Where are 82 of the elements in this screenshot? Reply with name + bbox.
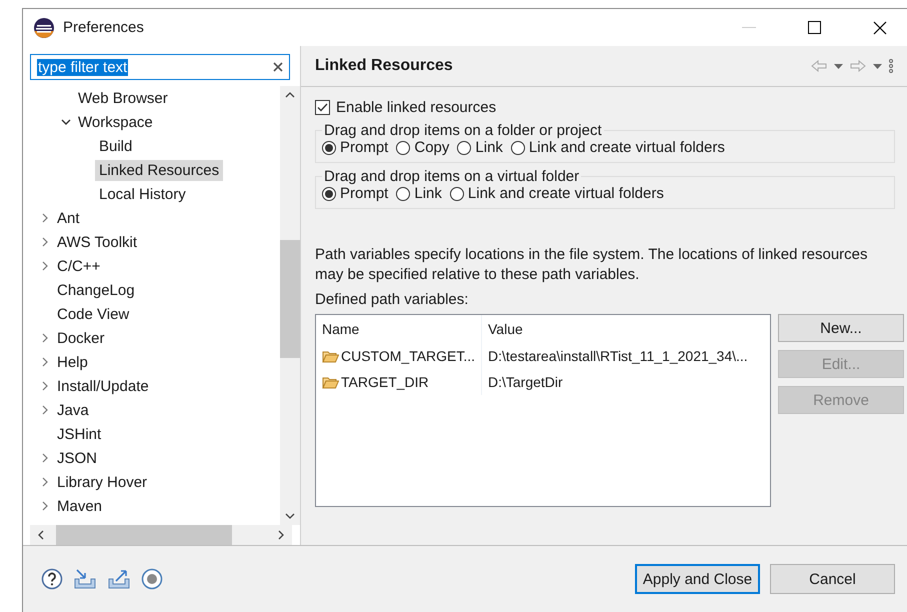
checkbox-label: Enable linked resources <box>336 98 496 116</box>
folder-icon <box>322 376 339 388</box>
horizontal-scrollbar[interactable] <box>30 525 292 545</box>
tree-item[interactable]: Workspace <box>74 112 157 132</box>
scroll-left-icon[interactable] <box>38 530 44 540</box>
logo-icon <box>33 16 55 38</box>
tree-item[interactable]: Code View <box>53 304 134 324</box>
scroll-up-icon[interactable] <box>285 92 295 98</box>
description-text: Path variables specify locations in the file system. The locations of linked resources may be specified relative to these path variables. <box>315 245 868 285</box>
tree-item[interactable]: JSON <box>53 448 102 468</box>
radio-label: Link <box>414 185 442 202</box>
expand-icon[interactable] <box>42 501 48 511</box>
tree-item[interactable]: Java <box>53 400 93 420</box>
expand-icon[interactable] <box>42 333 48 343</box>
radio-label: Prompt <box>340 185 388 202</box>
scroll-right-icon[interactable] <box>278 530 284 540</box>
tree-item[interactable]: Local History <box>95 184 190 204</box>
expand-icon[interactable] <box>42 405 48 415</box>
tree-item[interactable]: Build <box>95 136 136 156</box>
radio-button[interactable] <box>510 140 525 154</box>
radio-label: Link and create virtual folders <box>528 139 725 156</box>
scroll-thumb[interactable] <box>56 525 232 545</box>
dialog-button[interactable]: Apply and Close <box>635 564 760 594</box>
table-cell-text: D:\testarea\install\RTist_11_1_2021_34\... <box>487 348 748 364</box>
scroll-thumb[interactable] <box>280 240 300 358</box>
collapse-icon[interactable] <box>61 119 71 125</box>
expand-icon[interactable] <box>42 357 48 367</box>
tree-item[interactable]: Maven <box>53 496 106 516</box>
expand-icon[interactable] <box>42 261 48 271</box>
expand-icon[interactable] <box>42 213 48 223</box>
radio-button[interactable] <box>322 140 336 154</box>
radio-button[interactable] <box>396 186 410 200</box>
clear-icon[interactable] <box>273 62 283 72</box>
expand-icon[interactable] <box>42 477 48 487</box>
tree-item[interactable]: AWS Toolkit <box>53 232 142 252</box>
filter-field[interactable]: type filter text <box>30 54 290 80</box>
page-title: Linked Resources <box>315 57 453 75</box>
expand-icon[interactable] <box>42 453 48 463</box>
more-options-icon[interactable] <box>889 59 893 73</box>
table-cell: TARGET_DIR <box>341 374 429 390</box>
tree-item[interactable]: Web Browser <box>74 88 172 108</box>
expand-icon[interactable] <box>42 237 48 247</box>
window-title: Preferences <box>63 19 144 36</box>
radio-label: Copy <box>414 139 450 156</box>
tree-item[interactable]: Ant <box>53 208 84 228</box>
side-button[interactable]: New... <box>778 314 904 342</box>
tree-item[interactable]: JSHint <box>53 424 106 444</box>
folder-icon <box>322 350 339 362</box>
tree-item[interactable]: ChangeLog <box>53 280 139 300</box>
dropdown-icon[interactable] <box>873 64 882 68</box>
checkbox[interactable] <box>315 100 330 114</box>
tree-item[interactable]: C/C++ <box>53 256 104 276</box>
tree-item[interactable]: Install/Update <box>53 376 153 396</box>
record-icon[interactable] <box>141 568 163 590</box>
tree-item[interactable]: Linked Resources <box>95 160 224 180</box>
dialog-button[interactable]: Cancel <box>770 564 895 594</box>
expand-icon[interactable] <box>42 381 48 391</box>
maximize-icon[interactable] <box>808 21 821 34</box>
radio-button[interactable] <box>450 186 464 200</box>
dropdown-icon[interactable] <box>834 64 843 68</box>
column-header[interactable]: Value <box>482 321 523 337</box>
close-icon[interactable] <box>873 20 887 34</box>
radio-button[interactable] <box>322 186 336 200</box>
group-title: Drag and drop items on a virtual folder <box>323 168 580 185</box>
tree-item[interactable]: Help <box>53 352 92 372</box>
vertical-scrollbar[interactable] <box>280 86 300 525</box>
radio-button[interactable] <box>396 140 410 154</box>
group-title: Drag and drop items on a folder or project <box>323 122 603 139</box>
radio-label: Link and create virtual folders <box>468 185 664 202</box>
import-icon[interactable] <box>73 568 97 590</box>
table-label: Defined path variables: <box>315 291 470 308</box>
export-icon[interactable] <box>107 568 131 590</box>
radio-button[interactable] <box>457 140 472 154</box>
column-header[interactable]: Name <box>316 315 482 343</box>
tree-item[interactable]: Library Hover <box>53 472 152 492</box>
table-cell-text: D:\TargetDir <box>487 374 563 390</box>
help-icon[interactable] <box>41 568 63 590</box>
radio-label: Prompt <box>340 139 388 156</box>
scroll-down-icon[interactable] <box>285 513 295 519</box>
table-cell: CUSTOM_TARGET... <box>341 348 476 364</box>
tree-item[interactable]: Docker <box>53 328 109 348</box>
radio-label: Link <box>475 139 503 156</box>
